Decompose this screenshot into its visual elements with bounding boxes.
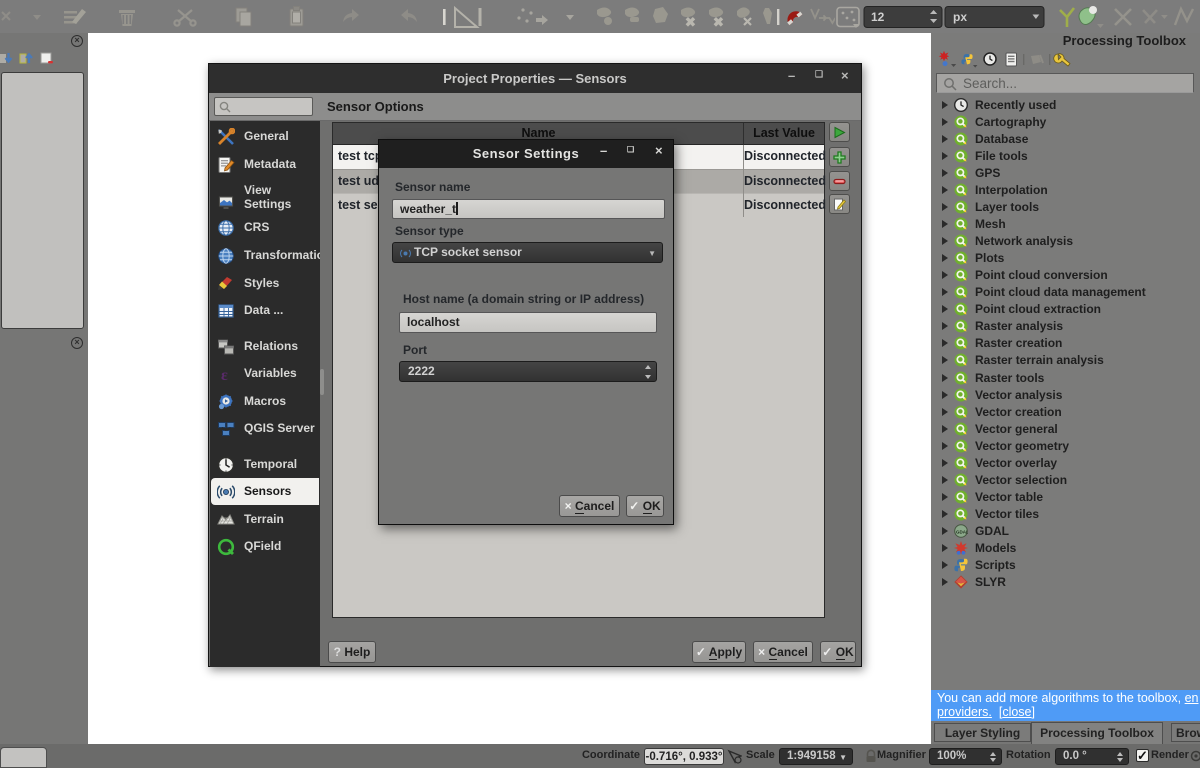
svg-text:ε: ε: [221, 367, 228, 383]
svg-text:GDAL: GDAL: [956, 530, 968, 535]
svg-text:px: px: [953, 10, 967, 24]
svg-text:12: 12: [871, 10, 885, 24]
